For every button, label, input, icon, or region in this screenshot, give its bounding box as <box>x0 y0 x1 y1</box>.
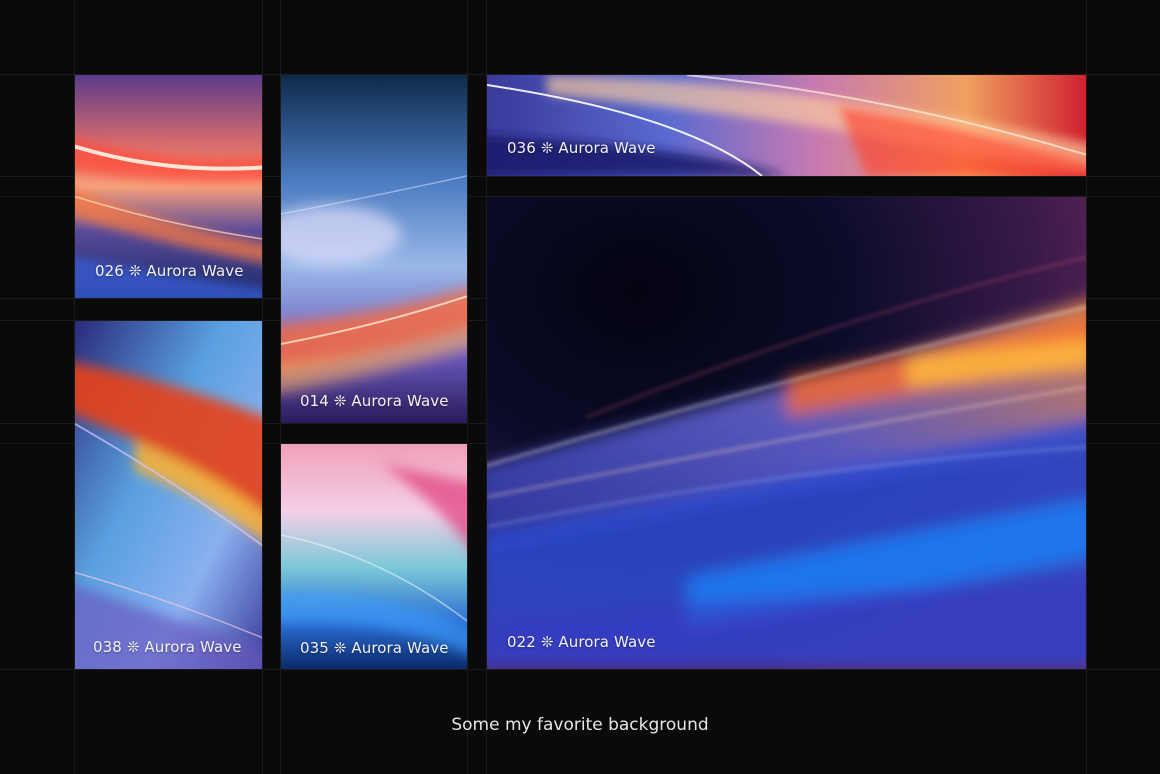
tile-number: 038 <box>93 638 122 656</box>
wallpaper-image-022 <box>487 197 1086 669</box>
tile-number: 022 <box>507 633 536 651</box>
grid-line <box>262 0 263 774</box>
wallpaper-tile-036[interactable]: 036 ❊ Aurora Wave <box>487 75 1086 176</box>
tile-caption: 038 ❊ Aurora Wave <box>93 638 242 656</box>
grid-line <box>467 0 468 774</box>
footer-caption: Some my favorite background <box>451 715 709 735</box>
wallpaper-image-014 <box>281 75 467 423</box>
tile-title: Aurora Wave <box>146 262 244 280</box>
separator-icon: ❊ <box>126 638 140 656</box>
tile-title: Aurora Wave <box>558 633 656 651</box>
wallpaper-tile-035[interactable]: 035 ❊ Aurora Wave <box>281 444 467 669</box>
tile-number: 036 <box>507 139 536 157</box>
tile-title: Aurora Wave <box>144 638 242 656</box>
separator-icon: ❊ <box>540 633 554 651</box>
tile-number: 014 <box>300 392 329 410</box>
tile-title: Aurora Wave <box>351 639 449 657</box>
separator-icon: ❊ <box>333 639 347 657</box>
separator-icon: ❊ <box>333 392 347 410</box>
separator-icon: ❊ <box>128 262 142 280</box>
tile-title: Aurora Wave <box>351 392 449 410</box>
wallpaper-image-035 <box>281 444 467 669</box>
wallpaper-tile-022[interactable]: 022 ❊ Aurora Wave <box>487 197 1086 669</box>
tile-number: 026 <box>95 262 124 280</box>
tile-title: Aurora Wave <box>558 139 656 157</box>
separator-icon: ❊ <box>540 139 554 157</box>
tile-caption: 035 ❊ Aurora Wave <box>300 639 449 657</box>
grid-line <box>1086 0 1087 774</box>
tile-caption: 022 ❊ Aurora Wave <box>507 633 656 651</box>
wallpaper-tile-026[interactable]: 026 ❊ Aurora Wave <box>75 75 262 298</box>
grid-line <box>0 669 1160 670</box>
wallpaper-tile-038[interactable]: 038 ❊ Aurora Wave <box>75 321 262 669</box>
tile-caption: 026 ❊ Aurora Wave <box>95 262 244 280</box>
wallpaper-image-036 <box>487 75 1086 176</box>
wallpaper-image-038 <box>75 321 262 669</box>
tile-number: 035 <box>300 639 329 657</box>
tile-caption: 036 ❊ Aurora Wave <box>507 139 656 157</box>
wallpaper-tile-014[interactable]: 014 ❊ Aurora Wave <box>281 75 467 423</box>
tile-caption: 014 ❊ Aurora Wave <box>300 392 449 410</box>
